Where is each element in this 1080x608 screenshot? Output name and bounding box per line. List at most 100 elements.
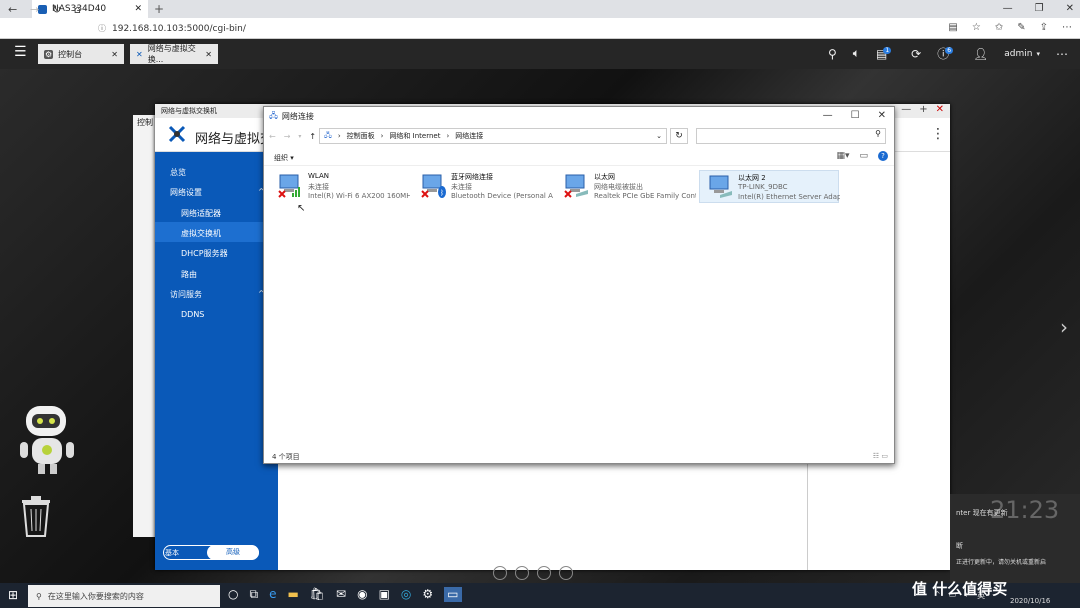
connection-ethernet[interactable]: 以太网 网络电缆被拔出 Realtek PCIe GbE Family Cont… [556, 170, 696, 203]
windows-start-icon[interactable]: ⊞ [8, 588, 18, 602]
background-window-title: 控制 [137, 118, 153, 127]
restore-icon[interactable]: ❐ [1035, 3, 1044, 14]
home-icon[interactable]: ⌂ [74, 3, 81, 16]
close-icon[interactable]: ✕ [134, 4, 142, 14]
page-dot[interactable] [515, 566, 529, 580]
sidebar-item-overview[interactable]: 总览 [170, 167, 186, 178]
tab-control-panel[interactable]: ⚙ 控制台 ✕ [38, 44, 124, 64]
connection-name: 以太网 2 [738, 174, 766, 182]
view-toggle-icons[interactable]: ☷ ▭ [873, 452, 888, 460]
sidebar-item-network-settings[interactable]: 网络设置 [170, 187, 202, 198]
connection-status: TP-LINK_9DBC [738, 183, 788, 191]
user-icon[interactable]: 👤︎ [973, 47, 988, 61]
qfinder-icon[interactable]: ◎ [401, 587, 411, 602]
connection-bluetooth[interactable]: ᛒ 蓝牙网络连接 未连接 Bluetooth Device (Personal … [413, 170, 553, 203]
store-icon[interactable]: 🛍︎ [310, 587, 325, 602]
maximize-icon[interactable]: ☐ [851, 110, 860, 121]
close-icon[interactable]: ✕ [111, 50, 118, 59]
sidebar-item-adapter[interactable]: 网络适配器 [181, 208, 221, 219]
page-dot[interactable] [537, 566, 551, 580]
network-window-icon[interactable]: ▭ [444, 587, 462, 602]
tab-network-virtual-switch[interactable]: ✕ 网络与虚拟交换... ✕ [130, 44, 218, 64]
search-icon[interactable]: ⚲ [828, 47, 837, 61]
new-tab-button[interactable]: + [154, 2, 164, 16]
close-icon[interactable]: ✕ [878, 110, 886, 121]
gear-icon: ⚙ [44, 49, 54, 59]
sidebar-item-access-services[interactable]: 访问服务 [170, 289, 202, 300]
share-icon[interactable]: ⇪ [1040, 22, 1048, 33]
mail-icon[interactable]: ✉ [336, 587, 346, 602]
breadcrumb[interactable]: 🖧︎ › 控制面板 › 网络和 Internet › 网络连接 ⌄ [319, 128, 667, 144]
notification-text[interactable]: nter 现在有更新 [956, 508, 1008, 518]
reload-icon[interactable]: ↻ [52, 3, 61, 16]
app-icon[interactable]: ▣ [379, 587, 390, 602]
organize-menu[interactable]: 组织 ▾ [274, 153, 294, 163]
minimize-icon[interactable]: — [823, 110, 833, 121]
view-options-icon[interactable]: ▦▾ [836, 151, 849, 161]
mode-advanced-button[interactable]: 高级 [207, 545, 259, 560]
edge-icon[interactable]: e [269, 587, 276, 602]
more-options-icon[interactable]: ⋮ [931, 126, 945, 142]
page-dot[interactable] [559, 566, 573, 580]
reader-icon[interactable]: ▤ [948, 22, 957, 33]
cortana-icon[interactable]: ○ [228, 587, 238, 602]
favorites-icon[interactable]: ✩ [995, 22, 1003, 33]
pen-icon[interactable]: ✎ [1017, 22, 1025, 33]
sync-icon[interactable]: ⟳ [911, 47, 921, 61]
browser-tab[interactable]: NAS334D40 ✕ [32, 0, 148, 18]
menu-icon[interactable]: ☰ [14, 44, 27, 60]
chevron-right-icon[interactable]: › [1060, 315, 1068, 339]
up-icon[interactable]: ↑ [309, 132, 316, 141]
refresh-button[interactable]: ↻ [670, 128, 688, 144]
info-icon[interactable]: ⓘ6 [937, 45, 957, 62]
taskbar-search-input[interactable]: ⚲ 在这里输入你要搜索的内容 [28, 585, 220, 607]
close-icon[interactable]: ✕ [1066, 3, 1074, 14]
recent-chevron-icon[interactable]: ▾ [298, 133, 301, 140]
sidebar-item-dhcp[interactable]: DHCP服务器 [181, 248, 228, 259]
svg-text:ᛒ: ᛒ [440, 189, 444, 197]
sidebar-item-routing[interactable]: 路由 [181, 269, 197, 280]
minimize-icon[interactable]: — [1003, 3, 1013, 14]
preview-pane-icon[interactable]: ▭ [859, 151, 868, 161]
breadcrumb-network-connections[interactable]: 网络连接 [455, 131, 483, 141]
breadcrumb-control-panel[interactable]: 控制面板 [347, 131, 375, 141]
connection-status: 未连接 [308, 183, 329, 191]
close-icon[interactable]: ✕ [936, 104, 944, 115]
trash-icon[interactable] [18, 494, 54, 538]
settings-icon[interactable]: ⚙ [422, 587, 433, 602]
connection-wlan[interactable]: WLAN 未连接 Intel(R) Wi-Fi 6 AX200 160MHz [270, 170, 410, 203]
volume-icon[interactable]: 🔈︎ [853, 46, 860, 61]
more-icon[interactable]: ⋯ [1062, 22, 1072, 33]
maximize-icon[interactable]: + [919, 104, 927, 115]
forward-icon[interactable]: → [284, 132, 291, 141]
search-icon: ⚲ [36, 591, 42, 601]
help-icon[interactable]: ? [878, 151, 888, 161]
back-icon[interactable]: ← [269, 132, 276, 141]
mode-basic-button[interactable]: 基本 [165, 548, 179, 558]
breadcrumb-network-internet[interactable]: 网络和 Internet [389, 131, 440, 141]
favorite-star-icon[interactable]: ☆ [972, 22, 981, 33]
media-icon[interactable]: ◉ [357, 587, 367, 602]
connection-ethernet-2[interactable]: 以太网 2 TP-LINK_9DBC Intel(R) Ethernet Ser… [699, 170, 840, 203]
file-explorer-icon[interactable]: ▬ [287, 587, 298, 602]
minimize-icon[interactable]: — [901, 104, 911, 115]
back-icon[interactable]: ← [8, 3, 17, 16]
forward-icon[interactable]: → [30, 3, 39, 16]
close-icon[interactable]: ✕ [205, 50, 212, 59]
ethernet-adapter-icon [564, 174, 588, 198]
task-view-icon[interactable]: ⧉ [249, 587, 258, 602]
search-input[interactable]: ⚲ [696, 128, 886, 144]
chevron-down-icon[interactable]: ▾ [1036, 50, 1040, 58]
page-dot[interactable] [493, 566, 507, 580]
robot-helper-icon[interactable] [16, 404, 78, 478]
sidebar-item-ddns[interactable]: DDNS [181, 310, 204, 319]
sidebar-item-vswitch[interactable]: 虚拟交换机 [155, 222, 278, 242]
chevron-down-icon[interactable]: ⌄ [656, 132, 662, 140]
more-icon[interactable]: ⋯ [1056, 47, 1068, 61]
user-name[interactable]: admin [1004, 49, 1032, 59]
notification-icon[interactable]: ▤1 [876, 46, 895, 61]
address-bar[interactable]: ⓘ 192.168.10.103:5000/cgi-bin/ [98, 20, 978, 37]
app-sidebar: 总览 网络设置 ^ 网络适配器 虚拟交换机 DHCP服务器 路由 访问服务 ^ … [155, 152, 278, 570]
command-bar-icons: ▦▾ ▭ ? [836, 151, 888, 161]
info-icon[interactable]: ⓘ [98, 23, 106, 34]
